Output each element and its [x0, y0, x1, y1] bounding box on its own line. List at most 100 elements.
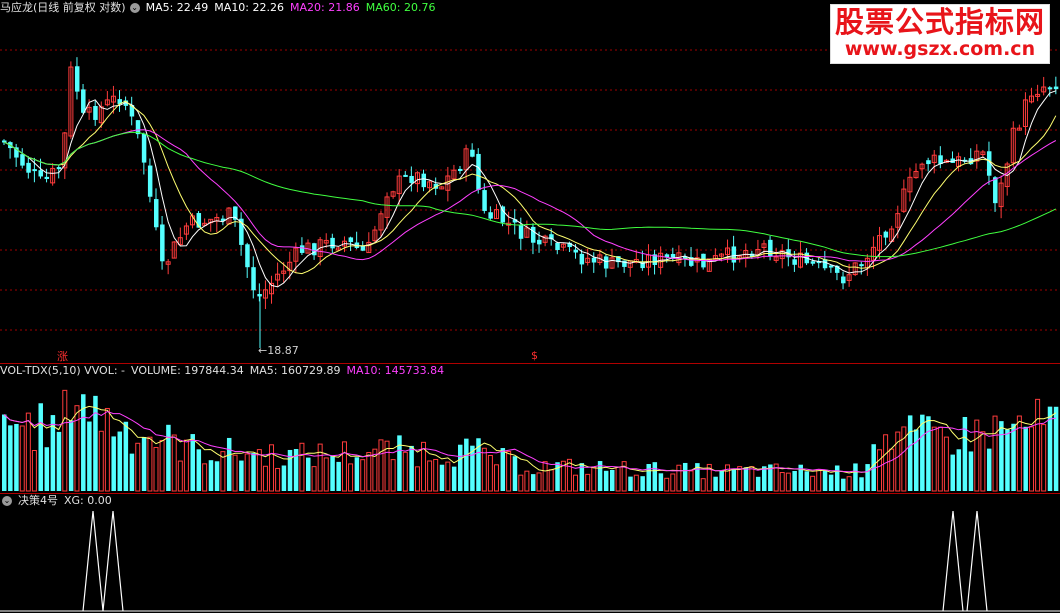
candle-body-down [859, 264, 864, 267]
circle-chevron-icon[interactable]: ⌄ [2, 496, 12, 506]
volume-bar-up [749, 466, 755, 492]
volume-bar-down [610, 469, 615, 491]
xg-header: ⌄ 决策4号 XG: 0.00 [0, 493, 118, 509]
volume-bar-up [19, 425, 25, 492]
volume-bar-down [239, 460, 244, 491]
volume-bar-down [640, 476, 645, 491]
volume-bar-down [117, 431, 123, 491]
volume-bar-up [317, 443, 323, 492]
volume-bar-up [341, 441, 347, 492]
watermark-url: www.gszx.com.cn [844, 38, 1036, 60]
volume-bar-down [190, 434, 195, 491]
volume-panel[interactable]: VOL-TDX(5,10) VVOL: - VOLUME: 197844.34 MA… [0, 363, 1060, 493]
volume-bar-up [171, 434, 177, 492]
volume-bar-down [281, 465, 287, 491]
candle-body-down [1053, 86, 1059, 90]
volume-bar-up [877, 449, 883, 492]
volume-bar-down [336, 461, 341, 491]
low-price-label: ←18.87 [258, 344, 299, 357]
volume-bar-down [123, 421, 129, 491]
volume-bar-down [731, 468, 737, 491]
ma5-readout: MA5: 22.49 [145, 1, 209, 14]
volume-bar-down [397, 435, 402, 491]
candle-body-down [299, 245, 305, 253]
volume-bar-down [986, 448, 992, 491]
volume-bar-up [542, 461, 548, 492]
volume-bar-up [524, 470, 530, 492]
volume-bar-up [433, 458, 439, 492]
volume-bar-up [299, 442, 305, 492]
volume-bar-down [2, 414, 7, 491]
volume-bars-chart[interactable] [0, 363, 1060, 493]
candle-body-down [38, 170, 43, 177]
volume-bar-down [962, 416, 968, 491]
volume-bar-up [147, 436, 153, 492]
volume-bar-down [652, 462, 658, 491]
candle-body-down [518, 224, 524, 239]
candle-body-down [147, 165, 153, 197]
volume-bar-up [670, 473, 676, 492]
volume-bar-up [481, 447, 487, 492]
volume-bar-up [1041, 424, 1047, 492]
volume-bar-down [214, 461, 220, 491]
candle-body-down [579, 253, 585, 265]
volume-bar-up [62, 389, 68, 492]
candle-body-down [348, 237, 354, 243]
volume-bar-down [1011, 423, 1016, 491]
volume-bar-down [999, 421, 1004, 491]
volume-bar-up [615, 466, 621, 492]
volume-bar-down [822, 469, 828, 491]
volume-bar-up [487, 455, 493, 492]
volume-bar-up [700, 478, 706, 492]
volume-bar-up [846, 476, 852, 492]
volume-bar-up [256, 449, 262, 492]
volume-bar-down [646, 464, 651, 491]
xg-signal-spike [82, 510, 104, 612]
circle-chevron-icon[interactable]: ⌄ [129, 3, 140, 13]
candle-body-down [822, 259, 828, 269]
volume-indicator-title: VOL-TDX(5,10) VVOL: - [0, 364, 125, 377]
xg-signal-panel[interactable]: ⌄ 决策4号 XG: 0.00 [0, 493, 1060, 613]
candle-body-down [470, 149, 475, 157]
volume-bar-down [512, 456, 518, 491]
volume-bar-up [104, 407, 110, 492]
volume-bar-up [585, 473, 591, 492]
volume-bar-down [354, 457, 360, 491]
volume-bar-up [269, 444, 275, 492]
volume-bar-up [737, 466, 743, 492]
volume-bar-down [755, 476, 761, 491]
volume-bar-down [166, 424, 171, 491]
candle-body-down [458, 168, 463, 171]
candle-body-down [792, 259, 797, 265]
volume-bar-up [548, 469, 554, 492]
volume-bar-up [402, 451, 408, 492]
volume-bar-down [1053, 406, 1059, 491]
volume-ma5-readout: MA5: 160729.89 [249, 364, 341, 377]
volume-bar-down [804, 471, 810, 491]
candle-body-down [421, 173, 427, 188]
volume-bar-down [914, 429, 919, 491]
candle-body-down [603, 256, 609, 269]
volume-bar-down [306, 457, 311, 491]
volume-bar-up [244, 453, 250, 492]
volume-header: VOL-TDX(5,10) VVOL: - VOLUME: 197844.34 MA… [0, 363, 450, 379]
volume-bar-down [841, 478, 846, 491]
volume-bar-down [439, 464, 445, 491]
volume-bar-up [664, 477, 670, 492]
volume-bar-down [68, 420, 74, 491]
volume-bar-down [464, 438, 469, 491]
volume-bar-down [828, 474, 834, 491]
volume-bar-up [159, 440, 165, 492]
volume-bar-up [275, 467, 281, 492]
volume-bar-down [458, 444, 463, 491]
price-header: 马应龙(日线 前复权 对数) ⌄ MA5: 22.49 MA10: 22.26 MA20… [0, 0, 441, 16]
volume-bar-down [87, 421, 92, 491]
candle-body-down [993, 177, 998, 204]
candle-body-down [476, 153, 481, 190]
volume-bar-up [785, 472, 791, 492]
candle-body-down [245, 244, 250, 268]
volume-bar-up [518, 474, 524, 492]
volume-bar-down [44, 447, 50, 491]
site-watermark-logo: 股票公式指标网 www.gszx.com.cn [830, 4, 1050, 64]
volume-bar-down [968, 451, 974, 491]
